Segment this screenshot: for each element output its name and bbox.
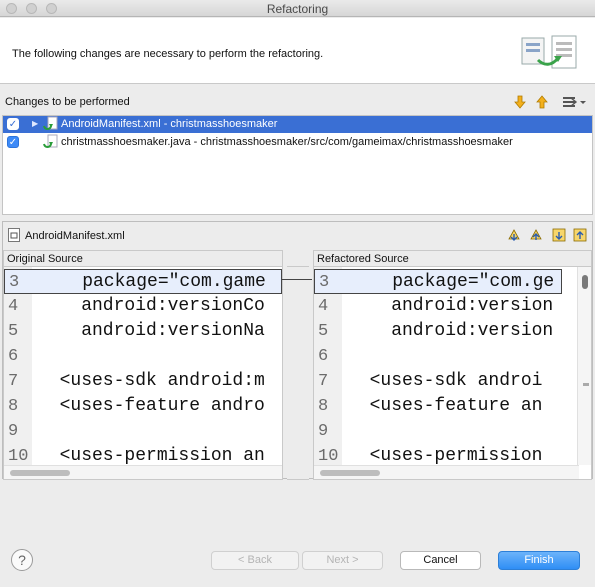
filter-changes-menu-icon[interactable] bbox=[561, 94, 587, 110]
code-line: 4 android:versionCo bbox=[8, 296, 265, 316]
refactoring-dialog: Refactoring The following changes are ne… bbox=[0, 0, 595, 587]
help-button[interactable]: ? bbox=[11, 549, 33, 571]
scrollbar-thumb[interactable] bbox=[582, 275, 588, 289]
refactored-source-pane[interactable]: 3 package="com.ge 4 android:version 5 an… bbox=[313, 266, 592, 480]
change-item-checkbox[interactable]: ✓ bbox=[7, 118, 19, 130]
code-line: 7 <uses-sdk android:m bbox=[8, 371, 265, 391]
next-button[interactable]: Next > bbox=[302, 551, 383, 570]
horizontal-scrollbar[interactable] bbox=[314, 465, 579, 479]
preview-panel: AndroidManifest.xml Original Source Refa… bbox=[2, 221, 593, 480]
preview-header: AndroidManifest.xml bbox=[3, 222, 592, 248]
code-line: 5 android:version bbox=[318, 321, 554, 341]
changes-label: Changes to be performed bbox=[5, 96, 130, 108]
finish-button[interactable]: Finish bbox=[498, 551, 580, 570]
diff-connector-area bbox=[287, 266, 309, 480]
code-line: 8 <uses-feature an bbox=[318, 396, 543, 416]
change-item-checkbox[interactable]: ✓ bbox=[7, 136, 19, 148]
code-line: 6 bbox=[8, 347, 19, 366]
original-source-pane[interactable]: 3 package="com.game 4 android:versionCo … bbox=[3, 266, 283, 480]
code-line: 7 <uses-sdk androi bbox=[318, 371, 543, 391]
scrollbar-thumb[interactable] bbox=[320, 470, 380, 476]
previous-change-arrow-icon[interactable] bbox=[534, 94, 550, 110]
window-title: Refactoring bbox=[266, 2, 329, 16]
changes-tree[interactable]: ✓ ▶ AndroidManifest.xml - christmasshoes… bbox=[2, 115, 593, 215]
code-line: 8 <uses-feature andro bbox=[8, 396, 265, 416]
vertical-scrollbar[interactable] bbox=[577, 267, 591, 465]
java-change-icon bbox=[43, 134, 58, 148]
refactoring-wizard-icon bbox=[521, 35, 577, 69]
refactored-source-header: Refactored Source bbox=[313, 250, 592, 266]
preview-file-label: AndroidManifest.xml bbox=[25, 230, 125, 242]
next-change-arrow-icon[interactable] bbox=[512, 94, 528, 110]
code-line: 9 bbox=[318, 422, 329, 441]
change-item-label: AndroidManifest.xml - christmasshoesmake… bbox=[61, 118, 278, 130]
code-line: 3 package="com.ge bbox=[314, 269, 562, 294]
code-line: 5 android:versionNa bbox=[8, 321, 265, 341]
change-item-androidmanifest[interactable]: ✓ ▶ AndroidManifest.xml - christmasshoes… bbox=[3, 116, 592, 133]
horizontal-scrollbar[interactable] bbox=[4, 465, 282, 479]
header-message: The following changes are necessary to p… bbox=[12, 48, 324, 60]
change-item-label: christmasshoesmaker.java - christmasshoe… bbox=[61, 136, 513, 148]
change-marker bbox=[583, 383, 589, 386]
code-line: 3 package="com.game bbox=[4, 269, 282, 294]
back-button[interactable]: < Back bbox=[211, 551, 299, 570]
scrollbar-thumb[interactable] bbox=[10, 470, 70, 476]
cancel-button[interactable]: Cancel bbox=[400, 551, 481, 570]
next-change-icon[interactable] bbox=[551, 227, 567, 243]
code-line: 9 bbox=[8, 422, 19, 441]
next-difference-icon[interactable] bbox=[506, 227, 522, 243]
previous-difference-icon[interactable] bbox=[528, 227, 544, 243]
original-source-header: Original Source bbox=[3, 250, 283, 266]
xml-change-icon bbox=[43, 116, 58, 130]
expand-triangle-icon[interactable]: ▶ bbox=[32, 119, 38, 128]
previous-change-icon[interactable] bbox=[572, 227, 588, 243]
changes-toolbar: Changes to be performed bbox=[0, 92, 595, 114]
title-bar: Refactoring bbox=[0, 0, 595, 17]
xml-file-icon bbox=[8, 228, 20, 242]
code-line: 4 android:version bbox=[318, 296, 554, 316]
change-item-java[interactable]: ✓ christmasshoesmaker.java - christmassh… bbox=[3, 134, 592, 151]
code-line: 6 bbox=[318, 347, 329, 366]
dialog-header: The following changes are necessary to p… bbox=[0, 18, 595, 84]
diff-connector-line bbox=[282, 279, 312, 280]
